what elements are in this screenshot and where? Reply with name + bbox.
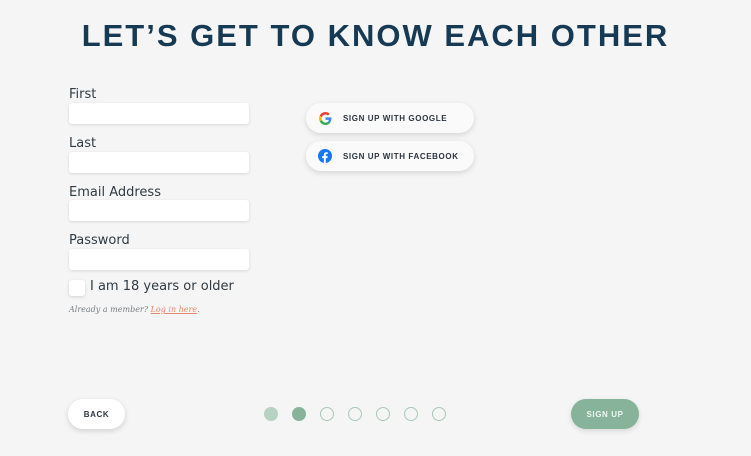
email-label: Email Address <box>69 185 161 200</box>
first-name-label: First <box>69 87 97 102</box>
back-button[interactable]: BACK <box>68 399 125 429</box>
already-member-label: Already a member? <box>69 305 149 314</box>
first-name-field[interactable] <box>69 103 249 124</box>
sign-up-button[interactable]: SIGN UP <box>571 399 639 429</box>
facebook-icon <box>318 149 332 163</box>
login-link[interactable]: Log in here <box>151 305 198 314</box>
facebook-signup-button[interactable]: SIGN UP WITH FACEBOOK <box>306 141 474 171</box>
member-suffix: . <box>197 305 200 314</box>
facebook-signup-label: SIGN UP WITH FACEBOOK <box>343 151 459 161</box>
step-dot-7[interactable] <box>432 407 446 421</box>
page-title: LET’S GET TO KNOW EACH OTHER <box>81 18 670 53</box>
last-name-field[interactable] <box>69 152 249 173</box>
already-member-text: Already a member? Log in here. <box>69 305 200 314</box>
step-dot-4[interactable] <box>348 407 362 421</box>
google-icon <box>318 111 332 125</box>
google-signup-button[interactable]: SIGN UP WITH GOOGLE <box>306 103 474 133</box>
step-dot-6[interactable] <box>404 407 418 421</box>
password-label: Password <box>69 233 130 248</box>
age-checkbox[interactable] <box>69 280 85 296</box>
email-field[interactable] <box>69 200 249 221</box>
step-dot-5[interactable] <box>376 407 390 421</box>
last-name-label: Last <box>69 136 97 151</box>
step-dot-1[interactable] <box>264 407 278 421</box>
password-field[interactable] <box>69 249 249 270</box>
google-signup-label: SIGN UP WITH GOOGLE <box>343 113 448 123</box>
step-dot-2[interactable] <box>292 407 306 421</box>
age-checkbox-label: I am 18 years or older <box>90 279 234 294</box>
step-dot-3[interactable] <box>320 407 334 421</box>
